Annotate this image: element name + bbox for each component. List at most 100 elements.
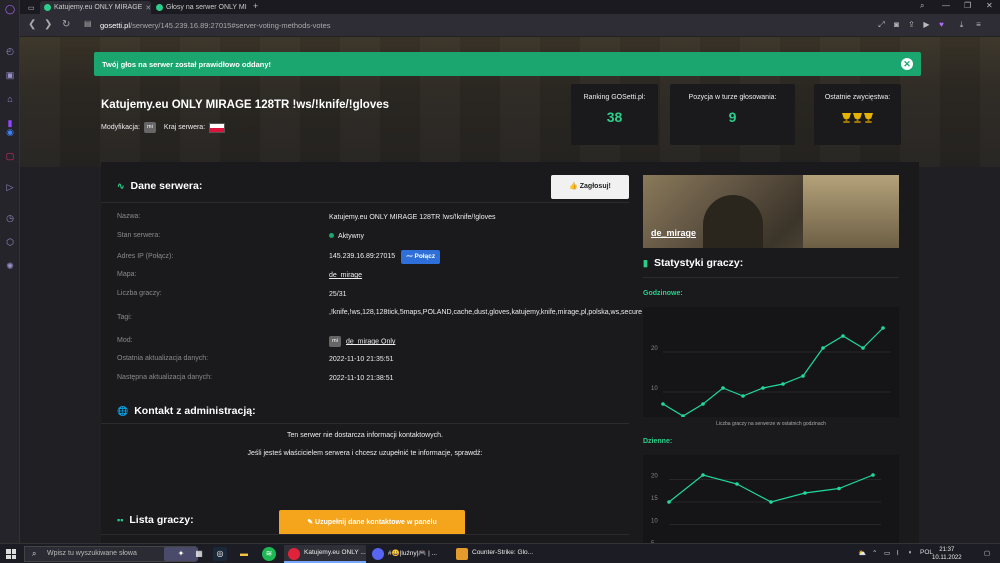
gosetti-favicon-icon <box>156 4 163 11</box>
minimize-icon[interactable]: — <box>942 1 950 10</box>
close-tab-icon[interactable]: ✕ <box>145 4 151 12</box>
tray-weather-icon[interactable]: ⛅ <box>858 549 866 557</box>
server-meta: Modyfikacja: mi Kraj serwera: <box>101 122 226 133</box>
vpn-icon[interactable]: ▶ <box>922 20 931 29</box>
tray-clock[interactable]: 21:37 10.11.2022 <box>932 546 962 562</box>
poland-flag-icon <box>209 122 226 133</box>
tray-network-icon[interactable]: ▭ <box>884 549 890 557</box>
home-icon[interactable]: ⌂ <box>4 93 16 105</box>
new-tab-icon[interactable]: + <box>253 1 258 11</box>
contact-heading-text: Kontakt z administracją: <box>134 405 256 417</box>
file-explorer-icon[interactable]: ▬ <box>237 547 251 561</box>
csgo-icon <box>456 548 468 560</box>
notification-icon[interactable]: ▢ <box>984 549 990 557</box>
history-icon[interactable]: ◷ <box>4 212 16 224</box>
share-icon[interactable]: ⇪ <box>907 20 916 29</box>
data-point[interactable] <box>837 486 841 491</box>
speed-dial-icon[interactable]: ◴ <box>4 45 16 57</box>
data-point[interactable] <box>871 473 875 477</box>
taskbar-item-label: Katujemy.eu ONLY ... <box>304 549 366 556</box>
shopping-icon[interactable]: ▣ <box>4 69 16 81</box>
users-icon: ▪▪ <box>117 515 124 525</box>
status-text: Aktywny <box>338 233 365 240</box>
mod-badge: mi <box>329 336 341 347</box>
data-point[interactable] <box>801 374 805 378</box>
data-point[interactable] <box>761 386 765 390</box>
data-point[interactable] <box>701 473 705 477</box>
data-point[interactable] <box>721 386 725 390</box>
data-point[interactable] <box>769 500 773 504</box>
reload-icon[interactable]: ↻ <box>62 19 70 30</box>
close-alert-icon[interactable]: ✕ <box>901 58 913 70</box>
data-point[interactable] <box>701 402 705 406</box>
bar-chart-icon: ▮ <box>643 257 648 268</box>
download-icon[interactable]: ⤓ <box>957 20 966 29</box>
windows-start-icon[interactable] <box>6 549 16 559</box>
secure-lock-icon[interactable]: ▤ <box>84 19 92 28</box>
tray-wifi-icon[interactable]: ⌇ <box>896 549 899 557</box>
stat-ranking: Ranking GOSetti.pl: 38 <box>571 84 658 145</box>
tab-label: Katujemy.eu ONLY MIRAGE <box>54 4 143 11</box>
connect-button[interactable]: ⁓ Połącz <box>401 250 441 264</box>
taskbar-item-csgo[interactable]: Counter-Strike: Glo... <box>452 545 534 563</box>
search-tabs-icon[interactable]: ⌕ <box>920 1 924 11</box>
divider <box>643 277 899 278</box>
tab-votes[interactable]: Głosy na serwer ONLY MI ✕ <box>152 1 250 14</box>
data-point[interactable] <box>881 326 885 330</box>
country-label: Kraj serwera: <box>163 124 206 131</box>
map-name-link[interactable]: de_mirage <box>651 228 696 238</box>
data-point[interactable] <box>735 482 739 486</box>
fill-contact-button[interactable]: ✎ Uzupełnij dane kontaktowe w panelu <box>279 510 465 535</box>
url-domain: gosetti.pl <box>100 21 131 30</box>
data-point[interactable] <box>667 500 671 504</box>
settings-icon[interactable]: ✺ <box>4 260 16 272</box>
tab-overview-icon[interactable]: ▭ <box>24 1 38 14</box>
mod-link[interactable]: de_mirage Only <box>346 338 395 345</box>
spotify-icon[interactable]: ≋ <box>262 547 276 561</box>
menu-icon[interactable]: ≡ <box>974 20 983 29</box>
url-field[interactable]: gosetti.pl/serwery/145.239.16.89:27015#s… <box>100 21 331 30</box>
tray-chevron-icon[interactable]: ⌃ <box>872 549 877 557</box>
close-window-icon[interactable]: ✕ <box>986 1 993 10</box>
back-icon[interactable]: ❮ <box>28 19 36 30</box>
tab-label: Głosy na serwer ONLY MI <box>166 4 247 11</box>
y-tick-label: 20 <box>651 346 658 352</box>
taskbar-item-discord[interactable]: #😀|luźny|🎮 | ... <box>368 545 450 563</box>
details-heading: ∿ Dane serwera: <box>117 180 202 192</box>
hourly-chart-svg: 1020Godzin temu: 9Godzin temu: 7Godzin t… <box>651 326 891 429</box>
tray-volume-icon[interactable]: ◖ <box>908 549 912 556</box>
data-point[interactable] <box>661 402 665 406</box>
task-view-icon[interactable]: ▦ <box>192 547 206 561</box>
vote-button[interactable]: 👍 Zagłosuj! <box>551 175 629 199</box>
tab-server[interactable]: Katujemy.eu ONLY MIRAGE ✕ <box>40 1 151 14</box>
instagram-icon[interactable]: ▢ <box>4 150 16 162</box>
player-icon[interactable]: ▷ <box>4 181 16 193</box>
detail-value: Katujemy.eu ONLY MIRAGE 128TR !ws/!knife… <box>329 214 496 221</box>
map-link[interactable]: de_mirage <box>329 271 629 281</box>
forward-icon[interactable]: ❯ <box>44 19 52 30</box>
maximize-icon[interactable]: ❐ <box>964 1 971 10</box>
data-point[interactable] <box>861 346 865 350</box>
trophies <box>814 110 901 128</box>
browser-sidebar: ◯ ◴ ▣ ⌂ ▮ ◉ ▢ ▷ ◷ ⬡ ✺ <box>0 0 20 543</box>
daily-label: Dzienne: <box>643 438 673 445</box>
steam-icon[interactable]: ◎ <box>213 547 227 561</box>
data-point[interactable] <box>821 346 825 350</box>
heart-icon[interactable]: ♥ <box>937 20 946 29</box>
opera-logo-icon[interactable]: ◯ <box>4 3 16 15</box>
translate-icon[interactable]: ⤢ <box>877 20 886 29</box>
search-icon: ⌕ <box>32 549 37 558</box>
taskbar-item-opera[interactable]: Katujemy.eu ONLY ... <box>284 545 366 563</box>
ip-text[interactable]: 145.239.16.89:27015 <box>329 253 395 260</box>
camera-icon[interactable]: ◙ <box>892 20 901 29</box>
mod-label: Modyfikacja: <box>101 124 140 131</box>
data-point[interactable] <box>741 394 745 398</box>
data-point[interactable] <box>841 334 845 338</box>
data-point[interactable] <box>781 382 785 386</box>
extensions-icon[interactable]: ⬡ <box>4 236 16 248</box>
messenger-icon[interactable]: ◉ <box>4 126 16 138</box>
trophy-icon <box>842 113 851 123</box>
data-point[interactable] <box>803 491 807 495</box>
stat-label: Ostatnie zwycięstwa: <box>824 94 891 101</box>
connect-button-label: Połącz <box>414 253 436 260</box>
